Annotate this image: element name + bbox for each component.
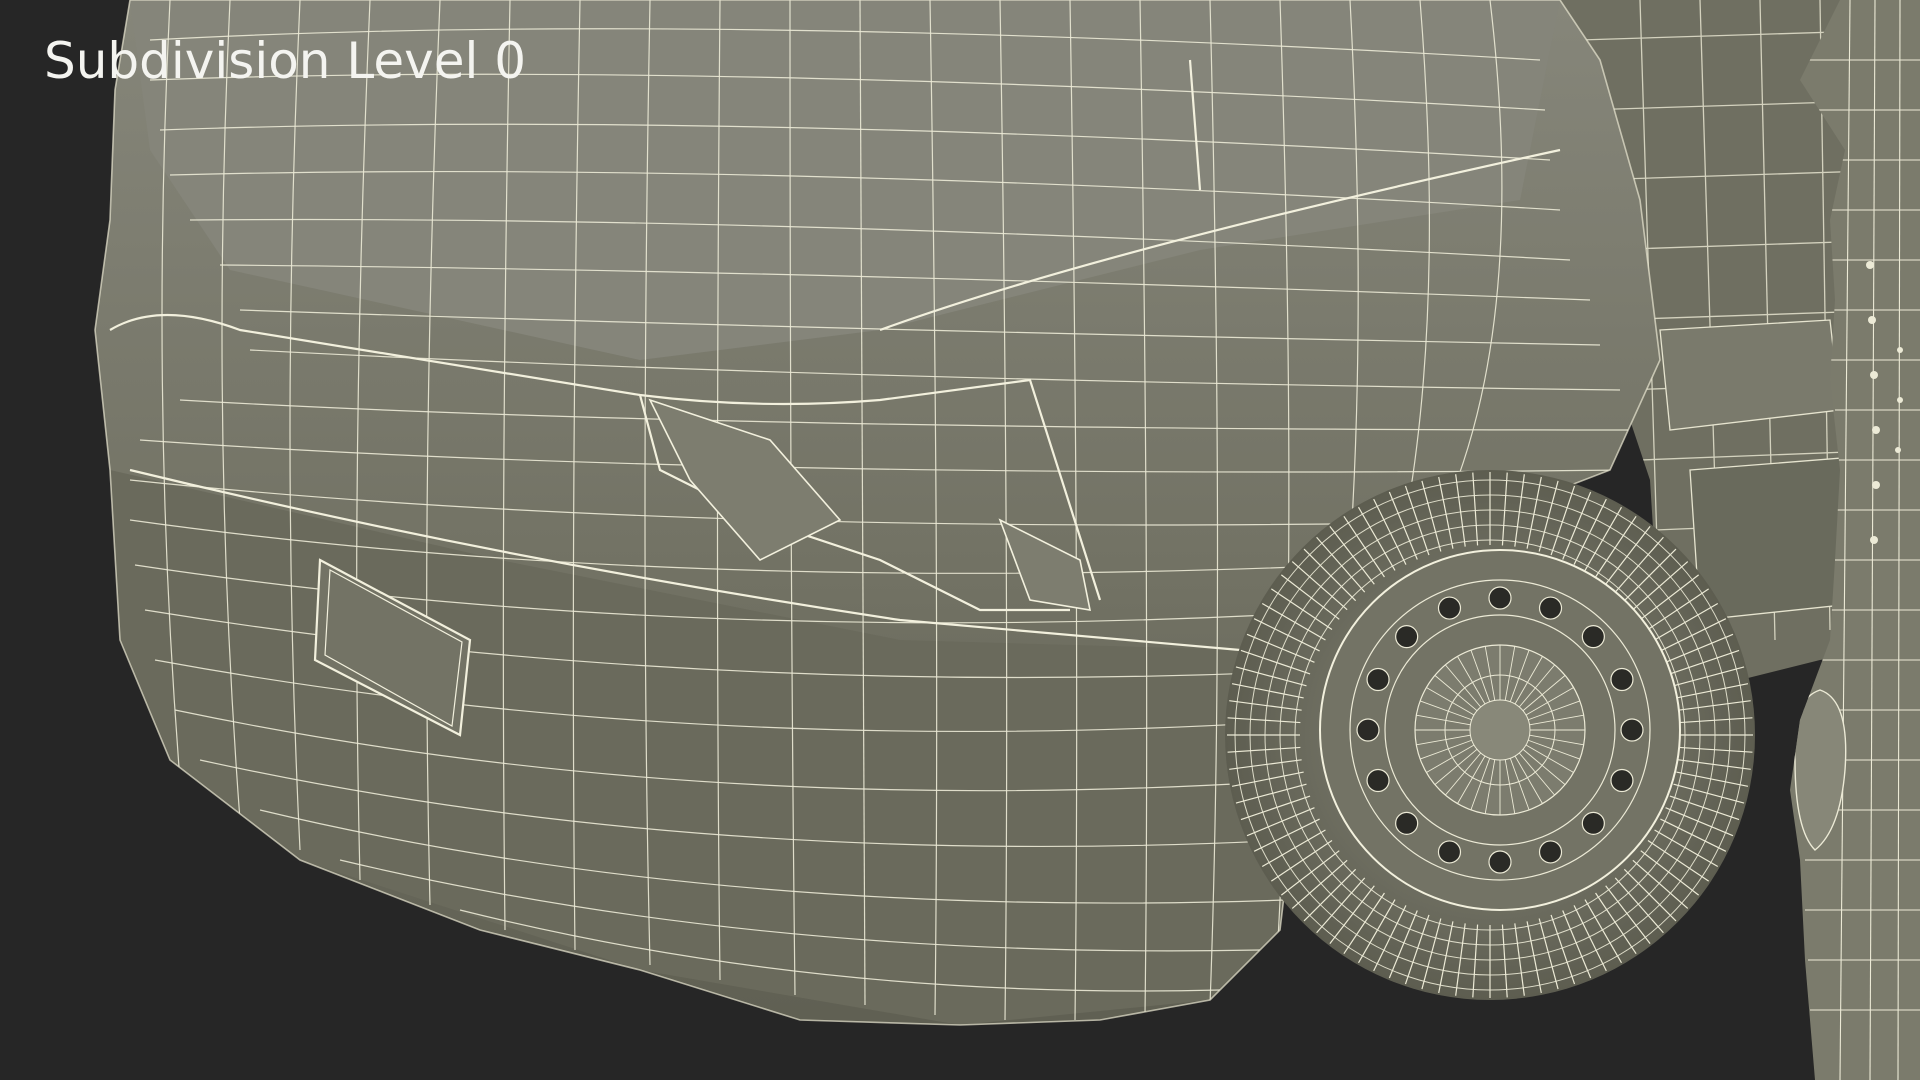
subdivision-level-label: Subdivision Level 0	[44, 32, 527, 90]
wireframe-render	[0, 0, 1920, 1080]
render-viewport: Subdivision Level 0	[0, 0, 1920, 1080]
rear-wheel	[1225, 470, 1755, 1000]
